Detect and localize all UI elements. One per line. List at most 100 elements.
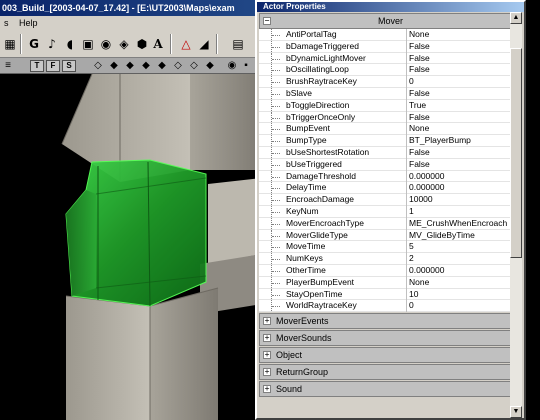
viewport-top-button[interactable]: T: [30, 60, 44, 72]
property-row[interactable]: BumpType BT_PlayerBump: [259, 135, 522, 147]
scroll-thumb[interactable]: [510, 48, 522, 258]
property-row[interactable]: bSlave False: [259, 87, 522, 100]
viewport-front-button[interactable]: F: [46, 60, 60, 72]
property-row[interactable]: MoveTime 5: [259, 241, 522, 254]
expand-icon[interactable]: +: [263, 334, 271, 343]
property-row[interactable]: NumKeys 2: [259, 253, 522, 265]
property-value[interactable]: False: [406, 146, 522, 159]
property-row[interactable]: OtherTime 0.000000: [259, 264, 522, 277]
group-object[interactable]: + Object: [259, 347, 522, 364]
realtime-cube-icon[interactable]: ◆: [204, 60, 216, 72]
tree-connector: [271, 146, 283, 158]
property-value[interactable]: False: [406, 64, 522, 77]
static-mesh-icon[interactable]: ◈: [116, 36, 132, 52]
scroll-down-arrow-icon[interactable]: ▼: [510, 406, 522, 418]
property-value[interactable]: 1: [406, 205, 522, 218]
property-row[interactable]: KeyNum 1: [259, 205, 522, 218]
property-value[interactable]: None: [406, 276, 522, 289]
group-label: ReturnGroup: [276, 367, 329, 378]
expand-icon[interactable]: +: [263, 351, 271, 360]
property-value[interactable]: 2: [406, 253, 522, 265]
property-row[interactable]: BumpEvent None: [259, 123, 522, 136]
depth-cube-icon[interactable]: ◆: [156, 60, 168, 72]
group-returngroup[interactable]: + ReturnGroup: [259, 364, 522, 381]
group-mover[interactable]: − Mover: [259, 13, 522, 29]
property-value[interactable]: True: [406, 99, 522, 112]
property-value[interactable]: 0: [406, 76, 522, 88]
tree-connector: [271, 288, 283, 300]
property-value[interactable]: False: [406, 158, 522, 171]
property-value[interactable]: BT_PlayerBump: [406, 135, 522, 147]
property-value[interactable]: 0.000000: [406, 170, 522, 183]
text-a-icon[interactable]: A: [150, 36, 166, 52]
expand-icon[interactable]: +: [263, 368, 271, 377]
property-name: AntiPortalTag: [286, 29, 337, 39]
realtime-preview-eye-icon[interactable]: ◉: [226, 60, 238, 72]
property-row[interactable]: EncroachDamage 10000: [259, 194, 522, 206]
property-value[interactable]: None: [406, 123, 522, 136]
tree-connector: [271, 158, 283, 170]
property-value[interactable]: 0.000000: [406, 182, 522, 195]
terrain-icon[interactable]: ◢: [196, 36, 212, 52]
speaker-icon[interactable]: ◖: [62, 36, 78, 52]
level-icon[interactable]: ▤: [230, 36, 246, 52]
actor-triangle-icon[interactable]: △: [178, 36, 194, 52]
group-sound[interactable]: + Sound: [259, 381, 522, 398]
property-row[interactable]: bUseShortestRotation False: [259, 146, 522, 159]
property-row[interactable]: bTriggerOnceOnly False: [259, 111, 522, 124]
property-row[interactable]: bDamageTriggered False: [259, 40, 522, 53]
lighting-cube-icon[interactable]: ◇: [188, 60, 200, 72]
properties-scrollbar[interactable]: ▲ ▼: [510, 12, 522, 418]
property-name: OtherTime: [286, 264, 326, 275]
expand-icon[interactable]: +: [263, 385, 271, 394]
lit-cube-icon[interactable]: ◆: [140, 60, 152, 72]
property-row[interactable]: WorldRaytraceKey 0: [259, 300, 522, 313]
zone-cube-icon[interactable]: ◆: [108, 60, 120, 72]
texture-cube-icon[interactable]: ◆: [124, 60, 136, 72]
property-row[interactable]: bToggleDirection True: [259, 99, 522, 112]
wireframe-cube-icon[interactable]: ◇: [92, 60, 104, 72]
property-value[interactable]: False: [406, 87, 522, 100]
mesh-icon[interactable]: ▣: [80, 36, 96, 52]
property-row[interactable]: AntiPortalTag None: [259, 29, 522, 41]
menu-item-help[interactable]: Help: [15, 16, 42, 30]
property-value[interactable]: 0: [406, 300, 522, 313]
property-value[interactable]: None: [406, 29, 522, 41]
property-value[interactable]: False: [406, 40, 522, 53]
property-row[interactable]: DamageThreshold 0.000000: [259, 170, 522, 183]
expand-icon[interactable]: +: [263, 317, 271, 326]
scroll-up-arrow-icon[interactable]: ▲: [510, 12, 522, 24]
viewport-menu-icon[interactable]: ≡: [2, 60, 14, 72]
property-row[interactable]: PlayerBumpEvent None: [259, 276, 522, 289]
tree-connector: [271, 135, 283, 146]
property-row[interactable]: DelayTime 0.000000: [259, 182, 522, 195]
property-row[interactable]: StayOpenTime 10: [259, 288, 522, 301]
property-row[interactable]: MoverEncroachType ME_CrushWhenEncroach: [259, 217, 522, 230]
property-value[interactable]: MV_GlideByTime: [406, 229, 522, 242]
music-note-icon[interactable]: ♪: [44, 36, 60, 52]
tree-connector: [271, 276, 283, 288]
property-value[interactable]: 10000: [406, 194, 522, 206]
viewport-lock-icon[interactable]: ▪: [240, 60, 252, 72]
window-title: 003_Build_[2003-04-07_17.42] - [E:\UT200…: [2, 3, 235, 13]
group-moversounds[interactable]: + MoverSounds: [259, 330, 522, 347]
property-value[interactable]: ME_CrushWhenEncroach: [406, 217, 522, 230]
grid-icon[interactable]: ▦: [2, 36, 18, 52]
property-value[interactable]: 0.000000: [406, 264, 522, 277]
property-row[interactable]: bOscillatingLoop False: [259, 64, 522, 77]
eye-icon[interactable]: ◉: [98, 36, 114, 52]
property-row[interactable]: bUseTriggered False: [259, 158, 522, 171]
g-icon[interactable]: G: [26, 36, 42, 52]
property-row[interactable]: bDynamicLightMover False: [259, 52, 522, 65]
unlit-cube-icon[interactable]: ◇: [172, 60, 184, 72]
prefab-icon[interactable]: ⬢: [134, 36, 150, 52]
property-value[interactable]: 10: [406, 288, 522, 301]
menu-item-s[interactable]: s: [0, 16, 13, 30]
property-value[interactable]: False: [406, 52, 522, 65]
viewport-side-button[interactable]: S: [62, 60, 76, 72]
property-row[interactable]: BrushRaytraceKey 0: [259, 76, 522, 88]
group-moverevents[interactable]: + MoverEvents: [259, 313, 522, 330]
property-value[interactable]: False: [406, 111, 522, 124]
property-value[interactable]: 5: [406, 241, 522, 254]
property-row[interactable]: MoverGlideType MV_GlideByTime: [259, 229, 522, 242]
